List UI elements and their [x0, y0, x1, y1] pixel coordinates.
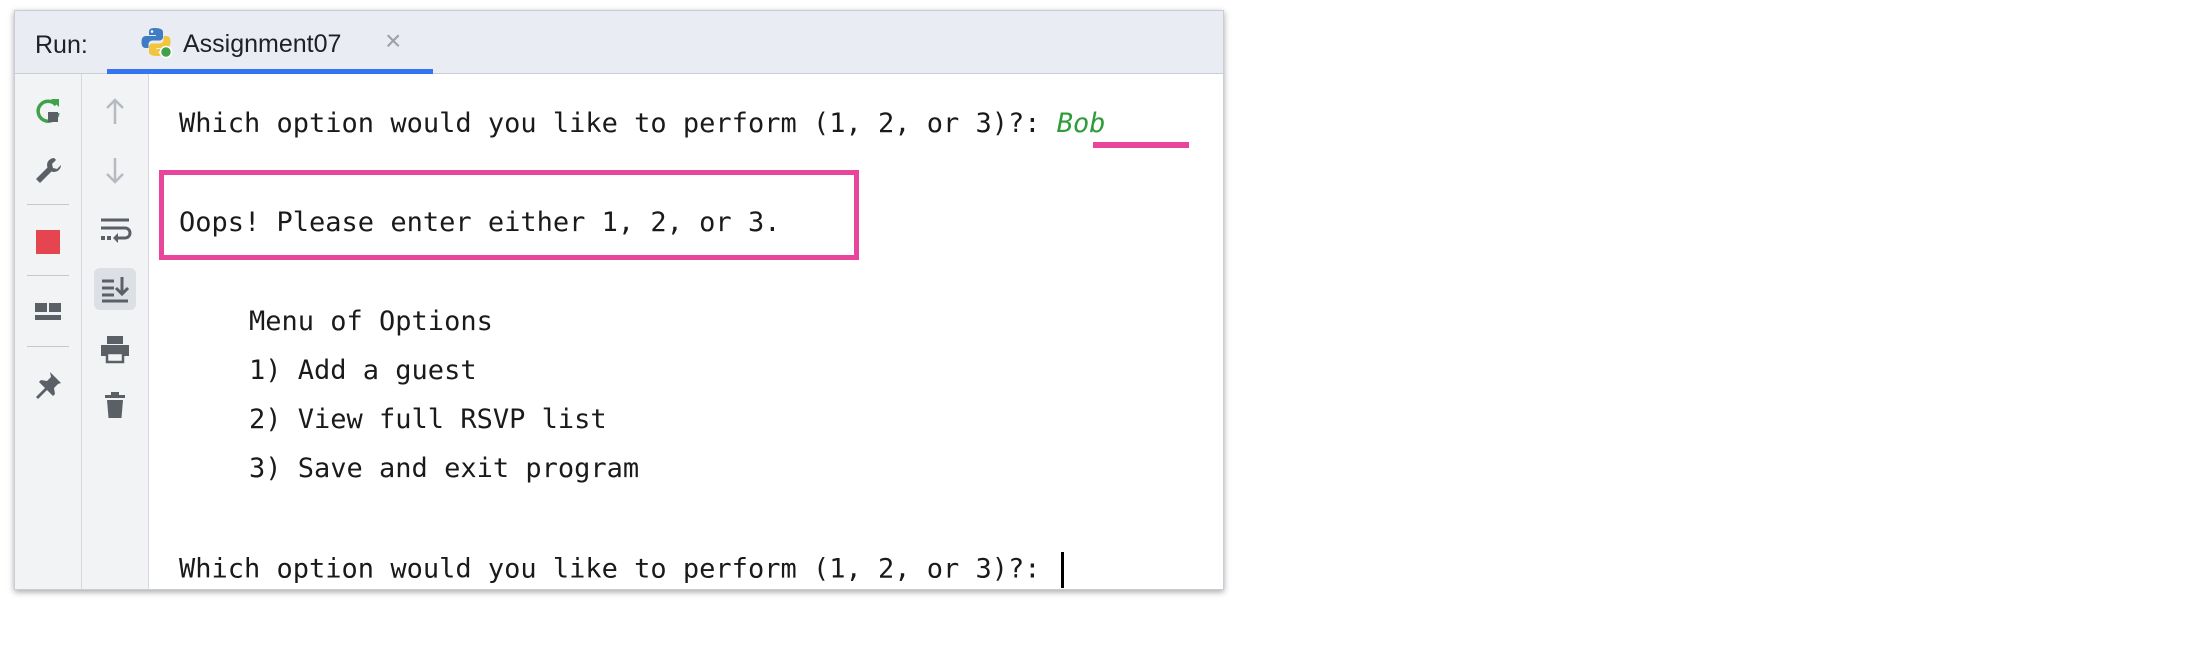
- console-line-prompt: Which option would you like to perform (…: [179, 108, 1106, 139]
- run-tool-window: Run: Assignment07 × Which option would y…: [14, 10, 1224, 590]
- soft-wrap-icon: [101, 218, 132, 243]
- pin-tab-button[interactable]: [27, 364, 69, 406]
- settings-button[interactable]: [27, 150, 69, 192]
- next-occurrence-button[interactable]: [94, 150, 136, 192]
- print-button[interactable]: [94, 328, 136, 370]
- rerun-icon: [36, 99, 60, 123]
- arrow-down-icon: [106, 158, 124, 184]
- toolbar-divider: [27, 204, 69, 205]
- stop-icon: [36, 230, 60, 254]
- annotation-underline: [1093, 142, 1189, 148]
- pin-icon: [36, 372, 61, 399]
- prompt-text: Which option would you like to perform (…: [179, 553, 1057, 585]
- scroll-to-end-button[interactable]: [94, 268, 136, 310]
- rerun-button[interactable]: [27, 90, 69, 132]
- previous-occurrence-button[interactable]: [94, 90, 136, 132]
- run-tab-bar: Run: Assignment07 ×: [15, 11, 1223, 74]
- scroll-to-end-icon: [102, 277, 130, 303]
- menu-item: 3) Save and exit program: [249, 453, 640, 484]
- menu-item: 2) View full RSVP list: [249, 404, 607, 435]
- tab-title: Assignment07: [183, 30, 342, 58]
- toolbar-divider: [27, 275, 69, 276]
- layout-button[interactable]: [27, 292, 69, 334]
- wrench-icon: [36, 158, 61, 183]
- console-line-prompt: Which option would you like to perform (…: [179, 552, 1064, 588]
- run-toolbar-primary: [15, 74, 82, 589]
- text-cursor: [1060, 552, 1064, 588]
- print-icon: [101, 336, 129, 364]
- user-input-text: Bob: [1056, 108, 1106, 139]
- run-toolbar-secondary: [82, 74, 149, 589]
- arrow-up-icon: [106, 98, 124, 124]
- clear-all-button[interactable]: [94, 384, 136, 426]
- stop-button[interactable]: [27, 221, 69, 263]
- soft-wrap-button[interactable]: [94, 208, 136, 250]
- tab-assignment07[interactable]: Assignment07 ×: [107, 11, 433, 74]
- toolbar-divider: [27, 346, 69, 347]
- trash-icon: [105, 392, 125, 418]
- python-icon: [141, 28, 173, 59]
- menu-title: Menu of Options: [249, 306, 493, 337]
- run-label: Run:: [35, 31, 88, 59]
- annotation-highlight-box: [159, 170, 859, 260]
- menu-item: 1) Add a guest: [249, 355, 477, 386]
- prompt-text: Which option would you like to perform (…: [179, 108, 1057, 139]
- layout-icon: [35, 303, 61, 320]
- console-output[interactable]: Which option would you like to perform (…: [149, 74, 1223, 589]
- close-icon[interactable]: ×: [385, 25, 401, 57]
